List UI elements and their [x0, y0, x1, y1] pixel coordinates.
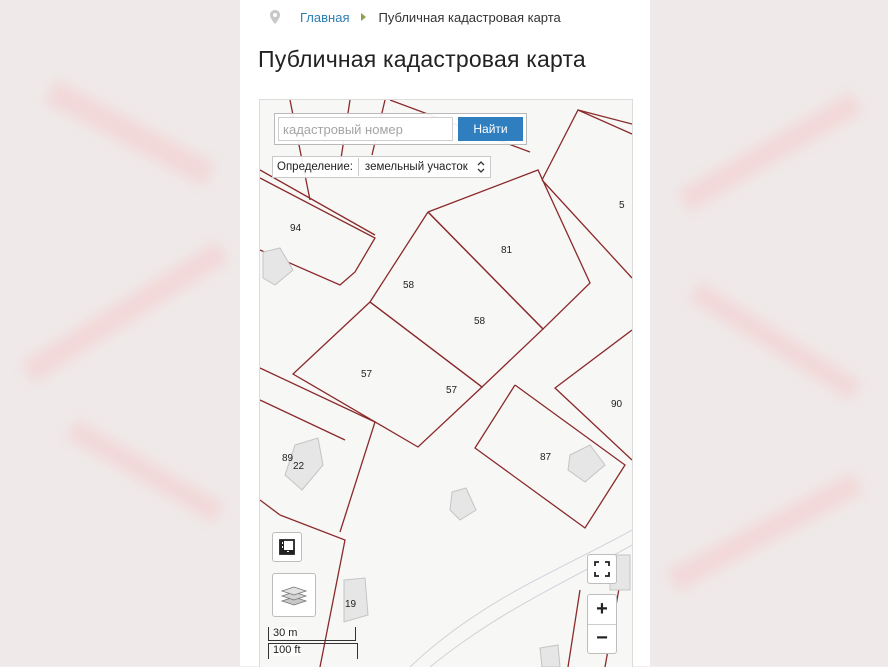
- definition-select[interactable]: земельный участок: [357, 158, 490, 176]
- layers-button[interactable]: [272, 573, 316, 617]
- zoom-out-button[interactable]: −: [588, 625, 616, 654]
- breadcrumb-arrow-icon: [361, 13, 367, 21]
- parcel-label-22: 22: [293, 461, 305, 472]
- select-arrows-icon: [477, 161, 485, 173]
- fullscreen-icon: [594, 561, 610, 577]
- definition-selected-value: земельный участок: [364, 161, 468, 173]
- definition-label: Определение:: [277, 161, 353, 173]
- scale-imperial: 100 ft: [268, 643, 358, 659]
- fullscreen-button[interactable]: [587, 554, 617, 584]
- parcel-label-81: 81: [501, 245, 513, 256]
- definition-row: Определение: земельный участок: [272, 156, 491, 178]
- parcel-label-19: 19: [345, 599, 357, 610]
- parcel-label-89: 89: [282, 453, 294, 464]
- parcel-label-87: 87: [540, 452, 552, 463]
- parcel-label-5: 5: [619, 200, 625, 211]
- ruler-icon: [279, 539, 295, 555]
- search-box: Найти: [274, 113, 527, 145]
- breadcrumb-home-link[interactable]: Главная: [300, 10, 349, 25]
- search-button[interactable]: Найти: [458, 117, 523, 141]
- page: Главная Публичная кадастровая карта Публ…: [240, 0, 650, 667]
- background-left: [0, 0, 240, 666]
- location-pin-icon: [270, 10, 280, 24]
- parcel-label-58: 58: [403, 280, 415, 291]
- zoom-in-button[interactable]: +: [588, 595, 616, 625]
- breadcrumb-current: Публичная кадастровая карта: [378, 9, 561, 25]
- parcel-label-57: 57: [361, 369, 373, 380]
- zoom-control: + −: [587, 594, 617, 654]
- background-right: [650, 0, 888, 666]
- breadcrumb: Главная Публичная кадастровая карта: [270, 8, 561, 26]
- parcel-label-94: 94: [290, 223, 302, 234]
- page-title: Публичная кадастровая карта: [258, 46, 586, 72]
- parcel-label-90: 90: [611, 399, 623, 410]
- cadastral-map[interactable]: 94 81 58 58 57 57 90 87 89 22 19 5 Найти…: [259, 99, 633, 667]
- measure-area-button[interactable]: [272, 532, 302, 562]
- cadastral-number-input[interactable]: [278, 117, 453, 141]
- layers-icon: [280, 586, 308, 606]
- scale-bar: 30 m 100 ft: [268, 627, 360, 667]
- parcel-label-57-b: 57: [446, 385, 458, 396]
- parcel-label-58-b: 58: [474, 316, 486, 327]
- scale-metric: 30 m: [268, 627, 356, 641]
